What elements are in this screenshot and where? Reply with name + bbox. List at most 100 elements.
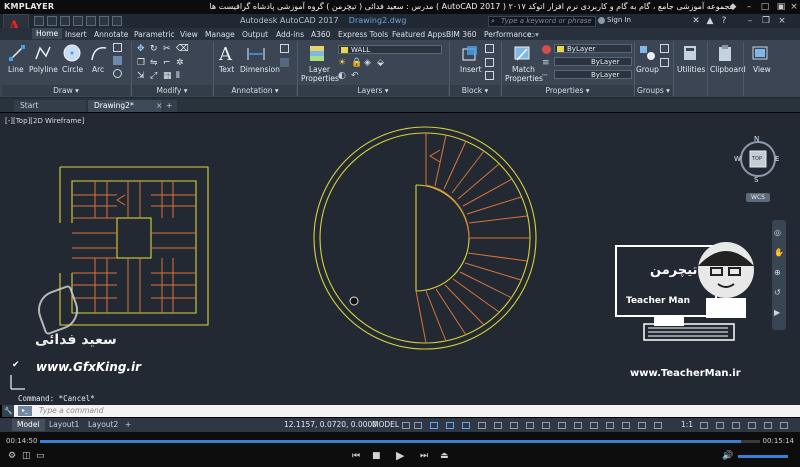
seek-bar[interactable] [40,440,760,443]
annotation-panel-footer[interactable]: Annotation ▾ [214,85,296,96]
groups-panel-footer[interactable]: Groups ▾ [635,85,672,96]
group-edit-icon[interactable] [660,58,669,67]
print-icon[interactable] [86,16,96,26]
explode-icon[interactable]: ✲ [176,58,185,68]
annotation-monitor-icon[interactable] [716,422,724,429]
new-icon[interactable] [34,16,44,26]
player-minimize-icon[interactable]: – [744,2,754,12]
units-icon[interactable] [732,422,740,429]
layer-isolate-icon[interactable]: ◈ [364,58,373,68]
viewcube[interactable] [733,135,783,193]
tab-featured-apps[interactable]: Featured Apps [392,30,446,39]
tab-manage[interactable]: Manage [205,30,235,39]
viewcube-top-face[interactable]: TOP [752,156,762,162]
erase-icon[interactable]: ⌫ [176,44,189,54]
new-tab-icon[interactable]: + [163,100,177,112]
tab-annotate[interactable]: Annotate [94,30,128,39]
open-icon[interactable] [47,16,57,26]
color-dropdown[interactable]: ByLayer [554,44,632,53]
tab-performance[interactable]: Performance [484,30,532,39]
ribbon-options-icon[interactable]: ▭▾ [528,30,539,39]
annotation-scale-value[interactable]: 1:1 [681,420,693,429]
quick-properties-icon[interactable] [748,422,756,429]
layer-match-icon[interactable]: ⬙ [377,58,386,68]
hatch-icon[interactable] [113,56,122,65]
layer-off-icon[interactable]: ◐ [338,71,347,81]
volume-slider[interactable] [738,455,788,458]
block-panel-footer[interactable]: Block ▾ [450,85,500,96]
osnap-icon[interactable] [462,422,470,429]
previous-icon[interactable]: ⏮ [352,451,360,461]
offset-icon[interactable]: ⫴ [176,71,185,81]
exchange-icon[interactable]: ✕ [690,15,702,27]
rotate-icon[interactable]: ↻ [150,44,159,54]
view-icon[interactable] [752,44,768,62]
tab-parametric[interactable]: Parametric [134,30,175,39]
polyline-icon[interactable] [34,44,52,62]
command-prompt-icon[interactable]: ▸_ [18,406,32,416]
tab-home[interactable]: Home [32,28,63,39]
wrench-icon[interactable]: 🔧 [4,407,13,415]
viewcube-east[interactable]: E [775,155,779,163]
gizmo-icon[interactable] [606,422,614,429]
tab-output[interactable]: Output [242,30,268,39]
zoom-extents-icon[interactable]: ⊕ [774,268,781,277]
dynamic-ucs-icon[interactable] [574,422,582,429]
fillet-icon[interactable]: ⌐ [163,58,172,68]
leader-icon[interactable] [280,44,289,53]
player-fullscreen-icon[interactable]: ▣ [776,2,786,12]
insert-block-icon[interactable] [461,44,479,62]
tab-insert[interactable]: Insert [65,30,87,39]
acad-close-icon[interactable]: × [776,15,788,27]
command-input[interactable]: Type a command [14,405,800,417]
pan-icon[interactable]: ✋ [774,248,784,257]
annotation-visibility-icon[interactable] [622,422,630,429]
circle-icon[interactable] [62,43,82,63]
save-as-icon[interactable] [73,16,83,26]
line-icon[interactable] [9,44,25,62]
scale-icon[interactable]: ⤢ [150,71,159,81]
eject-icon[interactable]: ⏏ [440,451,449,461]
model-space-toggle[interactable]: MODEL [372,420,399,429]
acad-restore-icon[interactable]: ❐ [760,15,772,27]
annotation-scale-icon[interactable] [654,422,662,429]
polar-icon[interactable] [446,422,454,429]
undo-icon[interactable] [99,16,109,26]
tab-bim-360[interactable]: BIM 360 [446,30,477,39]
layer-freeze-icon[interactable]: ☀ [338,58,347,68]
autodesk-app-store-icon[interactable]: ▲ [704,15,716,27]
3d-icon[interactable]: ◫ [22,451,31,461]
utilities-label[interactable]: Utilities [677,65,705,74]
help-icon[interactable]: ? [718,15,730,27]
redo-icon[interactable] [112,16,122,26]
layer-properties-icon[interactable] [307,44,327,62]
file-tab-start[interactable]: Start [14,100,86,112]
tab-view[interactable]: View [180,30,198,39]
viewcube-north[interactable]: N [754,135,759,143]
modify-panel-footer[interactable]: Modify ▾ [132,85,212,96]
rectangle-icon[interactable] [113,43,122,52]
customization-icon[interactable] [780,422,788,429]
next-icon[interactable]: ⏭ [420,451,428,461]
snap-icon[interactable] [414,422,422,429]
showmotion-icon[interactable]: ▶ [774,308,780,317]
lineweight-toggle-icon[interactable] [510,422,518,429]
volume-icon[interactable]: 🔊 [722,451,733,461]
auto-scale-icon[interactable] [638,422,646,429]
layer-lock-icon[interactable]: 🔒 [351,58,362,68]
kmplayer-logo[interactable]: KMPLAYER [4,2,54,11]
settings-icon[interactable]: ⚙ [8,451,16,461]
viewcube-west[interactable]: W [734,155,741,163]
text-icon[interactable]: A [218,43,234,63]
layout1-tab[interactable]: Layout1 [44,419,84,431]
close-tab-icon[interactable]: × [150,100,162,112]
otrack-icon[interactable] [478,422,486,429]
ellipse-icon[interactable] [113,69,122,78]
trim-icon[interactable]: ✂ [163,44,172,54]
dimension-icon[interactable] [246,44,266,62]
linetype-dropdown[interactable]: ByLayer [554,70,632,79]
pin-icon[interactable]: ◆ [728,2,738,12]
wcs-menu[interactable]: WCS [746,193,770,202]
layer-dropdown[interactable]: WALL [338,45,442,54]
arc-icon[interactable] [90,44,108,62]
